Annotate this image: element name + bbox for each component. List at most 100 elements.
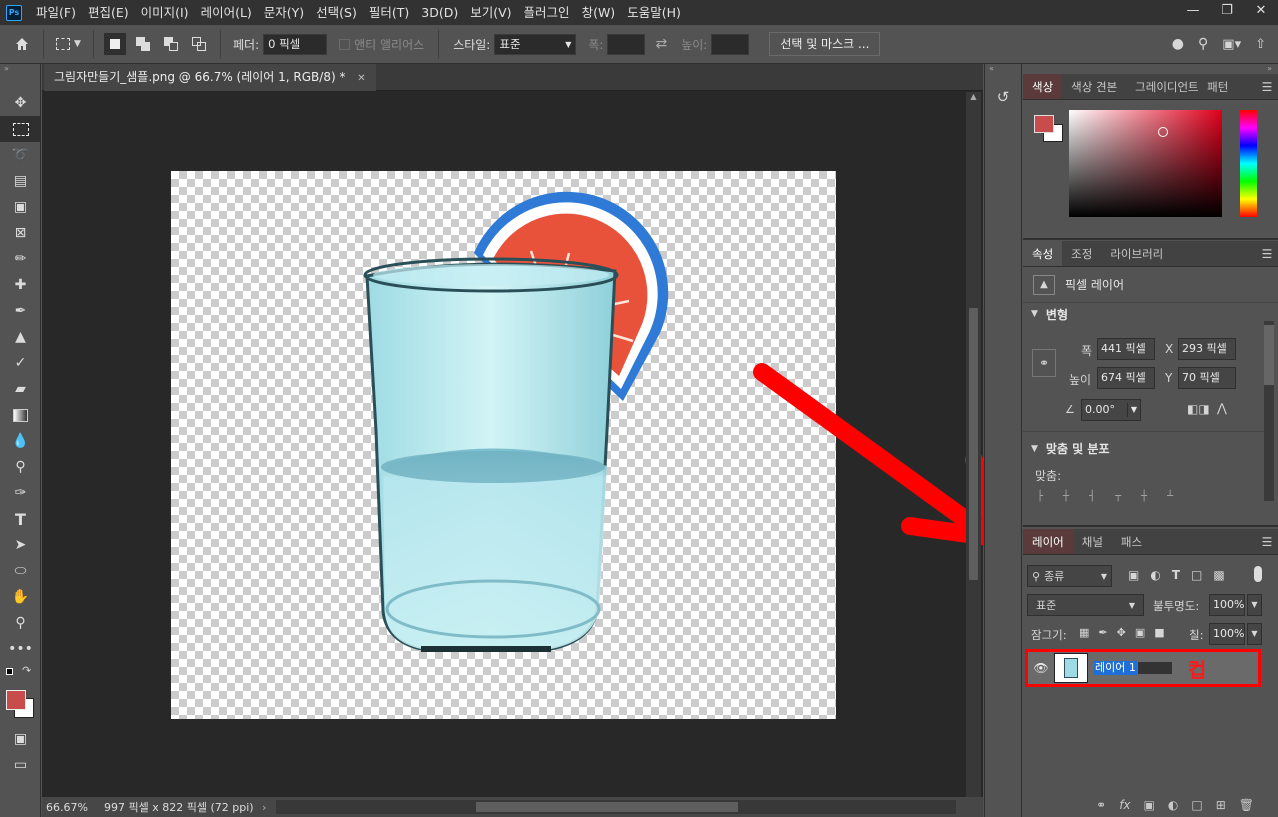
fill-input[interactable]: 100%	[1209, 623, 1245, 645]
collapse-icon[interactable]: »	[0, 64, 40, 76]
menu-edit[interactable]: 편집(E)	[82, 0, 135, 25]
lock-transparent-icon[interactable]: ▦	[1079, 626, 1089, 639]
hand-tool-icon[interactable]: ✋	[0, 584, 41, 610]
filter-pixel-icon[interactable]: ▣	[1128, 568, 1139, 582]
filter-adjustment-icon[interactable]: ◐	[1150, 568, 1160, 582]
lock-image-icon[interactable]: ✒	[1098, 626, 1107, 639]
quick-mask-icon[interactable]: ▣	[0, 726, 41, 752]
flip-vertical-icon[interactable]: ⋀	[1217, 401, 1227, 415]
tab-swatches[interactable]: 색상 견본	[1062, 74, 1126, 99]
tab-adjustments[interactable]: 조정	[1062, 241, 1101, 266]
new-layer-icon[interactable]: ⊞	[1216, 798, 1226, 812]
fill-dropdown-icon[interactable]: ▼	[1247, 623, 1262, 645]
adjustment-layer-icon[interactable]: ◐	[1168, 798, 1178, 812]
path-select-tool-icon[interactable]: ➤	[0, 532, 41, 558]
subtract-selection-icon[interactable]	[160, 33, 182, 55]
angle-input[interactable]: 0.00° ▼	[1081, 399, 1141, 421]
crop-tool-icon[interactable]: ▣	[0, 194, 41, 220]
lock-artboard-icon[interactable]: ▣	[1135, 626, 1145, 639]
marquee-preset-icon[interactable]: ▼	[44, 30, 94, 58]
tab-paths[interactable]: 패스	[1112, 529, 1151, 554]
eyedropper-tool-icon[interactable]: ✏	[0, 246, 41, 272]
align-left-icon[interactable]: ├	[1037, 491, 1043, 502]
dodge-tool-icon[interactable]: ⚲	[0, 454, 41, 480]
add-selection-icon[interactable]	[132, 33, 154, 55]
marquee-tool-icon[interactable]	[0, 116, 41, 142]
align-collapse-icon[interactable]: ▼	[1031, 444, 1038, 454]
flip-horizontal-icon[interactable]: ◧◨	[1187, 402, 1210, 416]
panel-collapse-icon[interactable]: »	[1023, 64, 1278, 74]
new-selection-icon[interactable]	[104, 33, 126, 55]
foreground-color-swatch[interactable]	[6, 690, 26, 710]
filter-shape-icon[interactable]: □	[1191, 568, 1202, 582]
color-swatches[interactable]	[0, 686, 40, 726]
height-prop-input[interactable]: 674 픽셀	[1097, 367, 1155, 389]
filter-type-icon[interactable]: T	[1172, 568, 1180, 582]
visibility-eye-icon[interactable]: 👁	[1028, 661, 1054, 675]
lasso-tool-icon[interactable]: ➰	[0, 142, 41, 168]
strip-collapse-icon[interactable]: «	[985, 64, 1021, 76]
ellipse-tool-icon[interactable]: ⬭	[0, 558, 41, 584]
home-icon[interactable]	[0, 30, 44, 58]
tab-layers[interactable]: 레이어	[1023, 529, 1073, 554]
menu-window[interactable]: 창(W)	[576, 0, 622, 25]
history-icon[interactable]: ↺	[985, 88, 1021, 106]
opacity-input[interactable]: 100%	[1209, 594, 1245, 616]
horizontal-scroll-thumb[interactable]	[476, 802, 739, 812]
layer-row[interactable]: 👁 레이어 1 컵	[1025, 649, 1261, 687]
status-menu-icon[interactable]: ›	[262, 801, 266, 814]
transform-collapse-icon[interactable]: ▼	[1031, 309, 1038, 319]
menu-file[interactable]: 파일(F)	[30, 0, 82, 25]
more-tools-icon[interactable]: •••	[0, 636, 41, 662]
menu-image[interactable]: 이미지(I)	[135, 0, 195, 25]
filter-toggle[interactable]	[1254, 566, 1262, 582]
share-icon[interactable]: ⇧	[1255, 37, 1266, 52]
zoom-tool-icon[interactable]: ⚲	[0, 610, 41, 636]
healing-brush-icon[interactable]: ✚	[0, 272, 41, 298]
horizontal-scrollbar[interactable]	[276, 800, 957, 814]
new-group-icon[interactable]: □	[1191, 798, 1202, 812]
learn-icon[interactable]: ●	[1172, 36, 1184, 52]
default-colors-icon[interactable]: ↷	[0, 662, 40, 686]
properties-scrollbar[interactable]	[1264, 321, 1274, 501]
layers-menu-icon[interactable]: ☰	[1256, 529, 1278, 554]
workspace-icon[interactable]: ▣▾	[1222, 37, 1241, 52]
menu-3d[interactable]: 3D(D)	[415, 0, 464, 25]
link-dimensions-icon[interactable]: ⚭	[1032, 349, 1056, 377]
close-tab-icon[interactable]: ✕	[357, 73, 365, 84]
restore-icon[interactable]: ❐	[1210, 0, 1244, 20]
lock-all-icon[interactable]: ■	[1154, 626, 1164, 639]
filter-smartobject-icon[interactable]: ▩	[1213, 568, 1224, 582]
x-prop-input[interactable]: 293 픽셀	[1178, 338, 1236, 360]
style-select[interactable]: 표준 ▼	[494, 33, 577, 55]
align-right-icon[interactable]: ┤	[1089, 491, 1095, 502]
height-input[interactable]	[711, 33, 750, 55]
eraser-tool-icon[interactable]: ▰	[0, 376, 41, 402]
brush-tool-icon[interactable]: ✒	[0, 298, 41, 324]
screen-mode-icon[interactable]: ▭	[0, 752, 41, 778]
blend-mode-select[interactable]: 표준 ▼	[1027, 594, 1144, 616]
color-panel-foreground-swatch[interactable]	[1034, 115, 1054, 133]
vertical-scroll-thumb[interactable]	[969, 308, 978, 580]
move-tool-icon[interactable]: ✥	[0, 90, 41, 116]
search-icon[interactable]: ⚲	[1198, 36, 1208, 52]
document-tab[interactable]: 그림자만들기_샘플.png @ 66.7% (레이어 1, RGB/8) * ✕	[44, 64, 376, 91]
menu-layer[interactable]: 레이어(L)	[195, 0, 258, 25]
minimize-icon[interactable]: —	[1176, 0, 1210, 20]
menu-type[interactable]: 문자(Y)	[258, 0, 310, 25]
menu-filter[interactable]: 필터(T)	[363, 0, 415, 25]
color-picker-cursor[interactable]	[1158, 127, 1168, 137]
tab-patterns[interactable]: 패턴	[1198, 74, 1237, 99]
frame-tool-icon[interactable]: ⊠	[0, 220, 41, 246]
layer-filter-select[interactable]: ⚲ 종류 ▼	[1027, 565, 1112, 587]
pen-tool-icon[interactable]: ✑	[0, 480, 41, 506]
tab-libraries[interactable]: 라이브러리	[1101, 241, 1172, 266]
tab-color[interactable]: 색상	[1023, 74, 1063, 99]
panel-menu-icon[interactable]: ☰	[1256, 74, 1278, 99]
align-hcenter-icon[interactable]: ┼	[1063, 491, 1069, 502]
object-select-tool-icon[interactable]: ▤	[0, 168, 41, 194]
menu-plugins[interactable]: 플러그인	[518, 0, 576, 25]
lock-position-icon[interactable]: ✥	[1117, 626, 1126, 639]
menu-select[interactable]: 선택(S)	[310, 0, 363, 25]
add-mask-icon[interactable]: ▣	[1144, 798, 1155, 812]
